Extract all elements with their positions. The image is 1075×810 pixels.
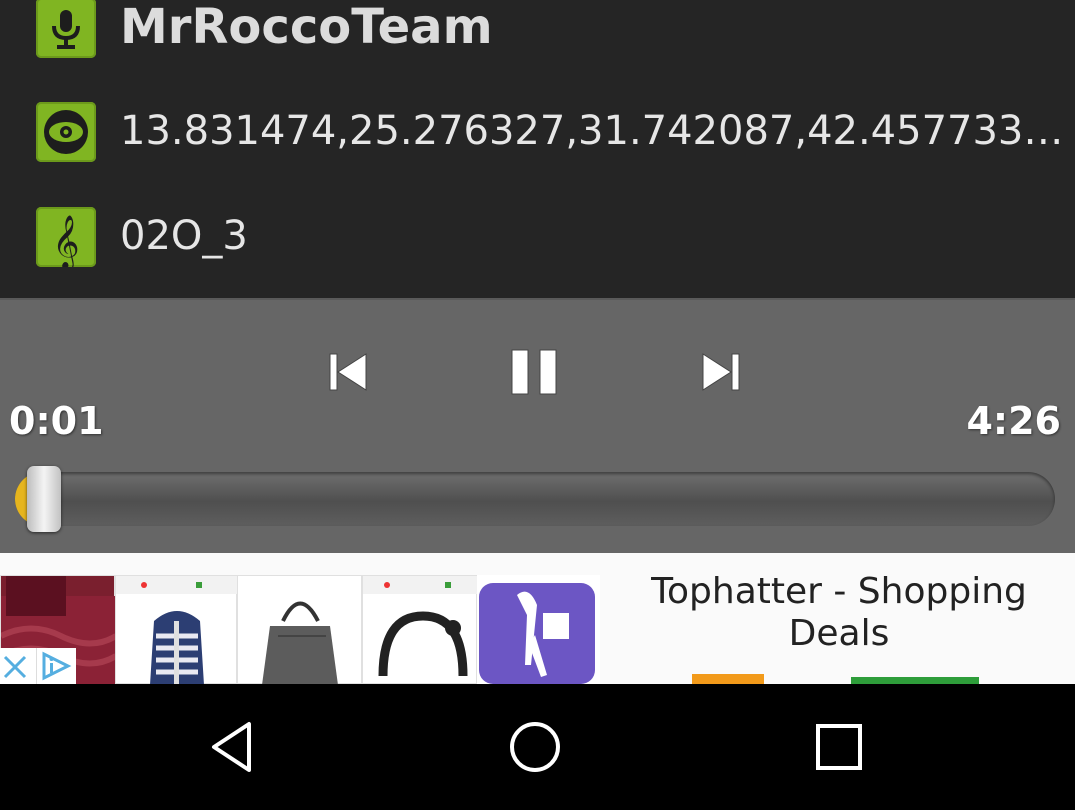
- album-row: 13.831474,25.276327,31.742087,42.457733,…: [0, 79, 1075, 184]
- home-circle-icon: [510, 722, 560, 772]
- ad-image-headphones: [362, 575, 478, 684]
- microphone-icon: [36, 0, 96, 58]
- artist-row: MrRoccoTeam: [0, 0, 1075, 80]
- adchoices-icon[interactable]: [42, 651, 72, 681]
- back-button[interactable]: [203, 717, 263, 777]
- seek-bar[interactable]: [15, 466, 1055, 532]
- recents-square-icon: [816, 724, 862, 770]
- home-button[interactable]: [505, 717, 565, 777]
- svg-text:𝄞: 𝄞: [52, 214, 79, 267]
- album-name: 13.831474,25.276327,31.742087,42.457733,…: [120, 108, 1075, 154]
- previous-track-button[interactable]: [316, 340, 380, 404]
- ad-controls: [0, 648, 76, 684]
- ad-install-button[interactable]: [851, 677, 979, 684]
- disc-icon: [36, 101, 96, 162]
- recents-button[interactable]: [809, 717, 869, 777]
- close-icon[interactable]: [3, 655, 27, 679]
- skip-next-icon: [702, 353, 740, 391]
- skip-previous-icon: [329, 353, 367, 391]
- pause-button[interactable]: [502, 340, 566, 404]
- treble-clef-icon: 𝄞: [36, 206, 96, 267]
- navigation-bar: [0, 684, 1075, 810]
- ad-free-label: [692, 674, 764, 684]
- ad-image-handbag: [237, 575, 362, 684]
- elapsed-time: 0:01: [9, 399, 104, 443]
- ad-product-images: [0, 575, 600, 684]
- ad-image-jacket: [115, 575, 238, 684]
- ad-title: Tophatter - Shopping Deals: [651, 571, 1027, 654]
- ad-app-icon: [477, 575, 600, 684]
- title-row: 𝄞 02O_3: [0, 184, 1075, 289]
- seek-bar-thumb[interactable]: [26, 466, 61, 532]
- track-title: 02O_3: [120, 213, 248, 259]
- total-duration: 4:26: [966, 399, 1061, 443]
- artist-name: MrRoccoTeam: [120, 0, 493, 55]
- track-info-panel: MrRoccoTeam 13.831474,25.276327,31.74208…: [0, 0, 1075, 298]
- back-triangle-icon: [212, 722, 251, 772]
- next-track-button[interactable]: [689, 340, 753, 404]
- pause-icon: [511, 349, 557, 395]
- ad-banner[interactable]: Tophatter - Shopping Deals: [0, 553, 1075, 684]
